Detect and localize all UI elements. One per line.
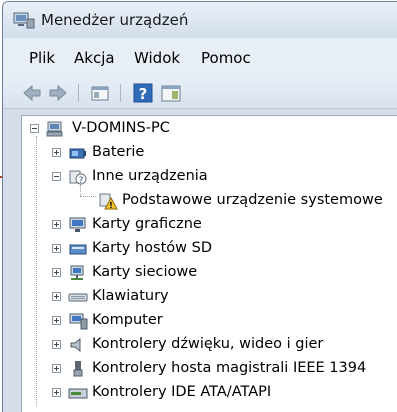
menu-view[interactable]: Widok bbox=[134, 49, 180, 67]
tree-connector bbox=[36, 136, 37, 406]
tree-item-label: Klawiatury bbox=[92, 288, 169, 304]
expand-toggle[interactable] bbox=[52, 244, 61, 253]
toolbar-separator bbox=[78, 84, 79, 102]
expand-toggle[interactable] bbox=[52, 268, 61, 277]
computer-icon bbox=[69, 313, 88, 330]
menu-file[interactable]: Plik bbox=[29, 49, 55, 67]
tree-item-label: Karty sieciowe bbox=[92, 264, 198, 280]
expand-toggle[interactable] bbox=[52, 316, 61, 325]
tree-item-label: Inne urządzenia bbox=[92, 168, 208, 184]
collapse-toggle[interactable] bbox=[52, 172, 61, 181]
tree-root-label: V-DOMINS-PC bbox=[72, 120, 170, 136]
speaker-icon bbox=[70, 337, 81, 353]
expand-toggle[interactable] bbox=[52, 148, 61, 157]
properties-icon[interactable] bbox=[89, 82, 111, 104]
tree-item-label: Kontrolery IDE ATA/ATAPI bbox=[92, 384, 272, 400]
help-icon[interactable]: ? bbox=[132, 82, 154, 104]
svg-text:!: ! bbox=[109, 201, 113, 210]
tree-item-label: Kontrolery dźwięku, wideo i gier bbox=[92, 336, 324, 352]
sd-host-icon bbox=[69, 244, 87, 255]
expand-toggle[interactable] bbox=[52, 340, 61, 349]
title-bar[interactable]: Menedżer urządzeń bbox=[3, 2, 397, 38]
tree-connector bbox=[80, 196, 96, 197]
computer-root-icon bbox=[46, 121, 63, 137]
device-tree: V-DOMINS-PC Baterie ? Inne urządzenia ! … bbox=[21, 115, 397, 412]
menu-bar: Plik Akcja Widok Pomoc bbox=[3, 38, 397, 78]
display-adapter-icon bbox=[69, 217, 86, 232]
svg-text:?: ? bbox=[139, 85, 148, 103]
ieee1394-icon bbox=[73, 361, 83, 377]
toolbar-separator bbox=[120, 84, 121, 102]
tree-item-label: Kontrolery hosta magistrali IEEE 1394 bbox=[92, 360, 367, 376]
toolbar: ? bbox=[3, 78, 397, 109]
tree-item-label: Baterie bbox=[92, 144, 145, 160]
device-manager-app-icon bbox=[13, 12, 35, 29]
tree-item-label: Karty hostów SD bbox=[92, 240, 212, 256]
expand-toggle[interactable] bbox=[52, 220, 61, 229]
battery-icon bbox=[69, 148, 86, 159]
warning-device-icon: ! bbox=[99, 193, 118, 210]
forward-arrow-icon[interactable] bbox=[47, 82, 69, 104]
ide-controller-icon bbox=[68, 388, 88, 399]
collapse-toggle[interactable] bbox=[30, 124, 39, 133]
svg-text:?: ? bbox=[79, 176, 84, 186]
menu-help[interactable]: Pomoc bbox=[201, 49, 251, 67]
device-manager-window: Menedżer urządzeń Plik Akcja Widok Pomoc… bbox=[2, 1, 397, 412]
expand-toggle[interactable] bbox=[52, 388, 61, 397]
view-pane-icon[interactable] bbox=[160, 82, 182, 104]
menu-action[interactable]: Akcja bbox=[74, 49, 115, 67]
keyboard-icon bbox=[68, 293, 88, 302]
unknown-device-icon: ? bbox=[69, 170, 87, 186]
tree-item-label: Karty graficzne bbox=[92, 216, 202, 232]
expand-toggle[interactable] bbox=[52, 292, 61, 301]
tree-item-label: Komputer bbox=[92, 312, 163, 328]
back-arrow-icon[interactable] bbox=[21, 82, 43, 104]
network-adapter-icon bbox=[70, 265, 84, 280]
expand-toggle[interactable] bbox=[52, 364, 61, 373]
window-title: Menedżer urządzeń bbox=[41, 11, 189, 29]
tree-item-label: Podstawowe urządzenie systemowe bbox=[122, 192, 383, 208]
